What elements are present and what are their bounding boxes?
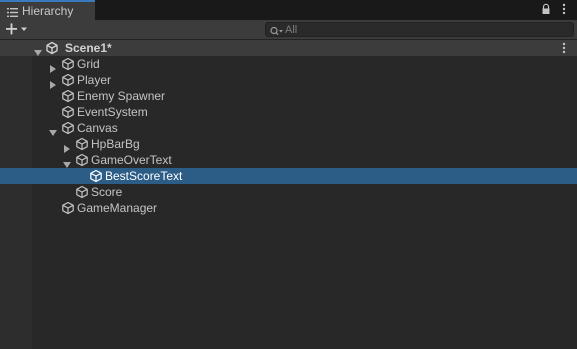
expanded-arrow-icon[interactable] [63,156,71,168]
hierarchy-row[interactable]: HpBarBg [0,136,577,153]
gameobject-cube-icon [61,105,75,119]
hierarchy-row[interactable]: GameManager [0,200,577,216]
hierarchy-row[interactable]: Enemy Spawner [0,88,577,104]
hierarchy-tree: Scene1* Grid Player Enemy Spawner EventSyst… [0,40,577,349]
gameobject-cube-icon [61,57,75,71]
hierarchy-row[interactable]: Grid [0,56,577,73]
collapsed-arrow-icon[interactable] [63,140,71,153]
gameobject-cube-icon [89,169,103,183]
hierarchy-row[interactable]: GameOverText [0,152,577,168]
gameobject-label: Canvas [77,121,118,135]
search-filter-icon [270,24,284,36]
gameobject-label: EventSystem [77,105,148,119]
window-menu-button[interactable] [556,1,572,17]
hierarchy-row[interactable]: Canvas [0,120,577,136]
gameobject-cube-icon [75,137,89,151]
expanded-arrow-icon[interactable] [49,124,57,136]
scene-menu-button[interactable] [558,40,570,56]
hierarchy-window: Hierarchy All Scene1* Grid Player Enemy … [0,0,577,349]
gameobject-label: GameOverText [91,153,172,167]
unity-logo-icon [45,41,59,55]
hierarchy-toolbar [0,20,577,40]
kebab-menu-icon [562,3,566,18]
lock-icon [540,3,552,18]
tab-hierarchy[interactable]: Hierarchy [0,0,95,20]
search-input[interactable] [285,23,565,36]
hierarchy-row[interactable]: Player [0,72,577,89]
scene-header-row[interactable]: Scene1* [0,40,577,56]
collapsed-arrow-icon[interactable] [49,76,57,89]
gameobject-cube-icon [61,121,75,135]
gameobject-label: Enemy Spawner [77,89,166,103]
tab-strip: Hierarchy [0,0,577,20]
gameobject-cube-icon [61,89,75,103]
expanded-arrow-icon[interactable] [34,44,42,56]
gameobject-label: Grid [77,57,100,71]
search-field[interactable] [265,22,574,37]
gameobject-cube-icon [61,73,75,87]
hierarchy-row[interactable]: BestScoreText [0,168,577,184]
plus-dropdown-icon [4,23,34,41]
gameobject-label: HpBarBg [91,137,140,151]
hierarchy-row[interactable]: Score [0,184,577,200]
create-dropdown-button[interactable] [4,21,34,37]
scene-name: Scene1* [65,41,112,55]
gameobject-label: Score [91,185,123,199]
gameobject-label: BestScoreText [105,169,183,183]
list-icon [7,5,18,17]
gameobject-cube-icon [75,185,89,199]
gameobject-cube-icon [75,153,89,167]
gameobject-label: GameManager [77,201,158,215]
lock-button[interactable] [538,1,554,17]
gameobject-cube-icon [61,201,75,215]
gameobject-label: Player [77,73,112,87]
hierarchy-row[interactable]: EventSystem [0,104,577,120]
tab-label: Hierarchy [22,4,74,18]
collapsed-arrow-icon[interactable] [49,60,57,73]
kebab-menu-icon [562,42,566,57]
